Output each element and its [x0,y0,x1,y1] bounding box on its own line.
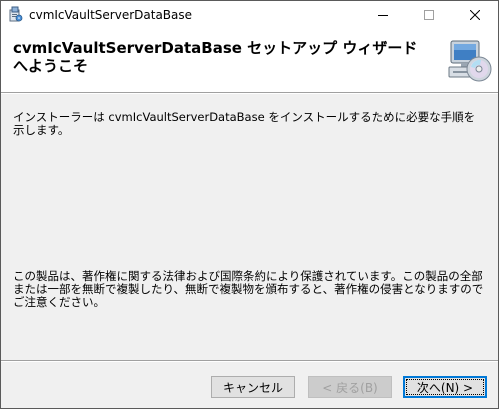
title-bar[interactable]: cvmIcVaultServerDataBase [1,1,498,29]
cancel-button-label: キャンセル [222,380,283,395]
intro-text: インストーラーは cvmIcVaultServerDataBase をインストー… [13,110,476,137]
window-title: cvmIcVaultServerDataBase [29,8,193,22]
maximize-button[interactable] [406,1,452,29]
setup-wizard-window: cvmIcVaultServerDataBase cvmIcVaultServe… [0,0,499,409]
installer-icon [7,6,23,22]
wizard-heading: cvmIcVaultServerDataBase セットアップ ウィザードへよう… [13,39,418,75]
copyright-notice: この製品は、著作権に関する法律および国際条約により保護されています。この製品の全… [13,269,484,309]
wizard-header: cvmIcVaultServerDataBase セットアップ ウィザードへよう… [1,29,498,92]
maximize-icon [424,10,434,20]
header-divider-highlight [1,93,498,94]
cancel-button[interactable]: キャンセル [211,376,295,398]
minimize-button[interactable] [360,1,406,29]
minimize-icon [378,10,388,20]
close-button[interactable] [452,1,498,29]
back-button-label: < 戻る(B) [322,380,378,395]
next-button[interactable]: 次へ(N) > [403,376,487,398]
footer-divider-highlight [1,361,498,362]
next-button-label: 次へ(N) > [406,379,484,395]
back-button: < 戻る(B) [308,376,392,398]
close-icon [470,10,480,20]
computer-cd-icon [445,37,493,85]
